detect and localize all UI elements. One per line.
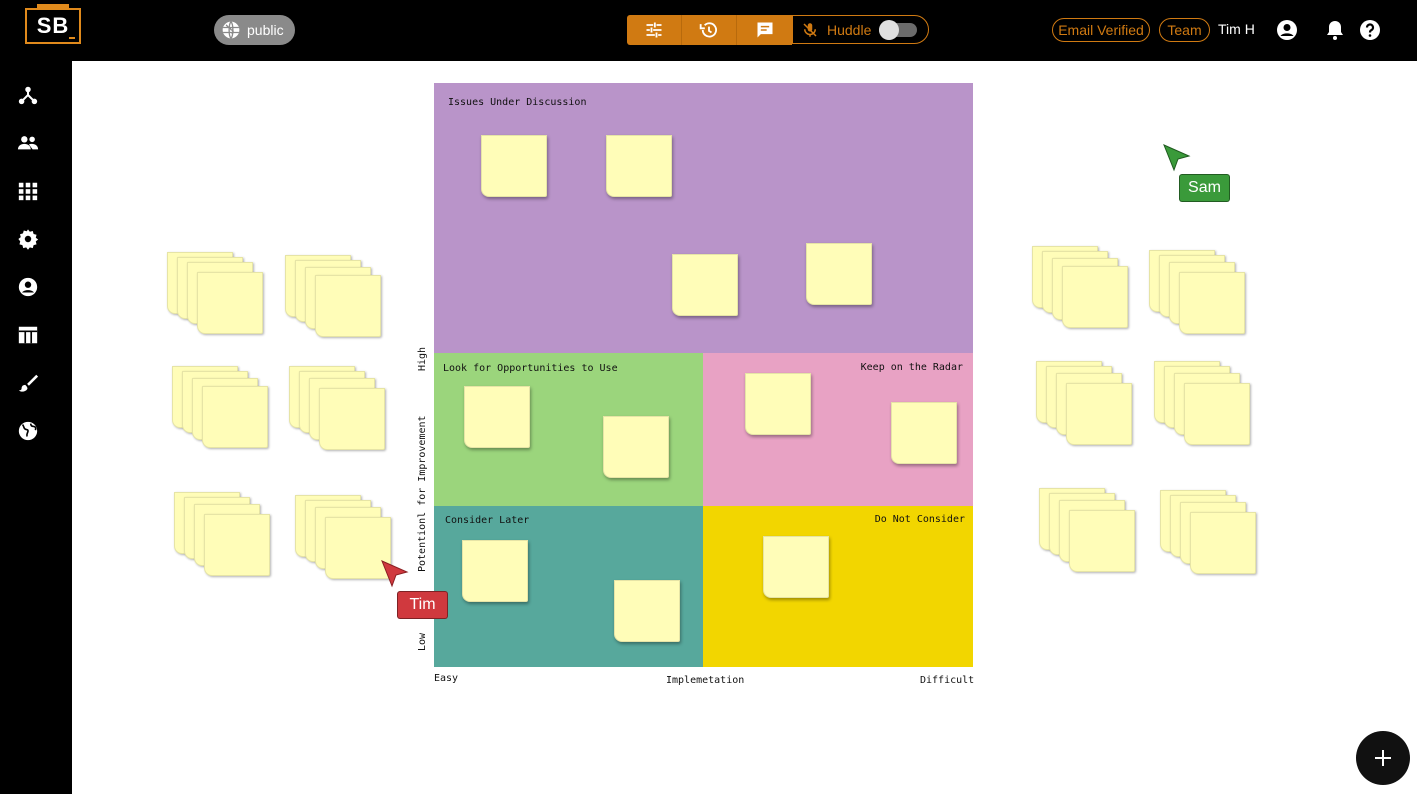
y-axis-label: Potentionl for Improvement xyxy=(417,415,428,572)
cursor-tag-sam: Sam xyxy=(1179,174,1230,202)
cursor-arrow-icon xyxy=(1163,144,1191,172)
sticky-note xyxy=(315,275,381,337)
history-button[interactable] xyxy=(682,15,737,45)
y-axis-high-label: High xyxy=(417,346,428,371)
sticky-note[interactable] xyxy=(603,416,669,478)
quadrant-do-not-consider[interactable]: Do Not Consider xyxy=(703,506,973,667)
sticky-note[interactable] xyxy=(606,135,672,197)
help-icon[interactable] xyxy=(1358,18,1382,42)
board-canvas[interactable]: Issues Under Discussion Look for Opportu… xyxy=(72,61,1417,794)
plus-icon xyxy=(1375,750,1391,766)
add-button[interactable] xyxy=(1356,731,1410,785)
sticky-note xyxy=(1066,383,1132,445)
brush-icon[interactable] xyxy=(17,372,39,394)
sticky-note[interactable] xyxy=(763,536,829,598)
settings-sliders-button[interactable] xyxy=(627,15,682,45)
apps-grid-icon[interactable] xyxy=(17,180,39,202)
sticky-note[interactable] xyxy=(891,402,957,464)
history-icon xyxy=(699,22,717,38)
gear-icon[interactable] xyxy=(17,228,39,250)
sticky-note xyxy=(319,388,385,450)
x-axis-easy-label: Easy xyxy=(434,673,459,684)
quadrant-label: Look for Opportunities to Use xyxy=(443,363,618,374)
sticky-note[interactable] xyxy=(806,243,872,305)
quadrant-label: Consider Later xyxy=(445,515,530,526)
cursor-arrow-icon xyxy=(381,560,409,588)
sticky-note xyxy=(1069,510,1135,572)
y-axis-low-label: Low xyxy=(417,632,428,651)
x-axis-label: Implemetation xyxy=(666,675,745,686)
sticky-note xyxy=(1062,266,1128,328)
sticky-note[interactable] xyxy=(462,540,528,602)
app-logo[interactable]: SB xyxy=(25,4,81,44)
globe-icon xyxy=(222,21,240,39)
sticky-note xyxy=(1184,383,1250,445)
network-icon[interactable] xyxy=(17,84,39,106)
email-verified-badge[interactable]: Email Verified xyxy=(1052,18,1150,42)
account-icon[interactable] xyxy=(1275,18,1299,42)
mic-off-icon xyxy=(803,22,817,37)
huddle-toggle-knob xyxy=(879,20,899,40)
table-layout-icon[interactable] xyxy=(17,324,39,346)
globe-icon[interactable] xyxy=(17,420,39,442)
visibility-toggle[interactable]: public xyxy=(214,15,295,45)
sticky-note xyxy=(197,272,263,334)
visibility-label: public xyxy=(247,22,284,38)
board-toolbar xyxy=(627,15,792,45)
x-axis-difficult-label: Difficult xyxy=(920,675,975,686)
sticky-note xyxy=(1190,512,1256,574)
people-icon[interactable] xyxy=(17,132,39,154)
team-button[interactable]: Team xyxy=(1159,18,1210,42)
top-bar: SB public Huddle Email Verified Team Tim… xyxy=(0,0,1417,61)
sticky-note[interactable] xyxy=(672,254,738,316)
huddle-control: Huddle xyxy=(792,15,929,44)
sticky-note[interactable] xyxy=(745,373,811,435)
left-sidebar xyxy=(0,61,72,794)
bell-icon[interactable] xyxy=(1323,18,1347,42)
user-name: Tim H xyxy=(1218,21,1255,37)
sticky-note[interactable] xyxy=(614,580,680,642)
cursor-tag-tim: Tim xyxy=(397,591,448,619)
sticky-note[interactable] xyxy=(464,386,530,448)
account-circle-icon[interactable] xyxy=(17,276,39,298)
sticky-note xyxy=(1179,272,1245,334)
quadrant-label: Keep on the Radar xyxy=(860,362,963,373)
chat-icon xyxy=(757,22,772,38)
huddle-label: Huddle xyxy=(827,21,872,38)
sliders-icon xyxy=(646,22,662,38)
sticky-note[interactable] xyxy=(481,135,547,197)
chat-button[interactable] xyxy=(737,15,792,45)
quadrant-label: Do Not Consider xyxy=(874,514,965,525)
sticky-note xyxy=(202,386,268,448)
huddle-toggle[interactable] xyxy=(879,20,917,40)
sticky-note xyxy=(204,514,270,576)
quadrant-label: Issues Under Discussion xyxy=(448,97,587,108)
